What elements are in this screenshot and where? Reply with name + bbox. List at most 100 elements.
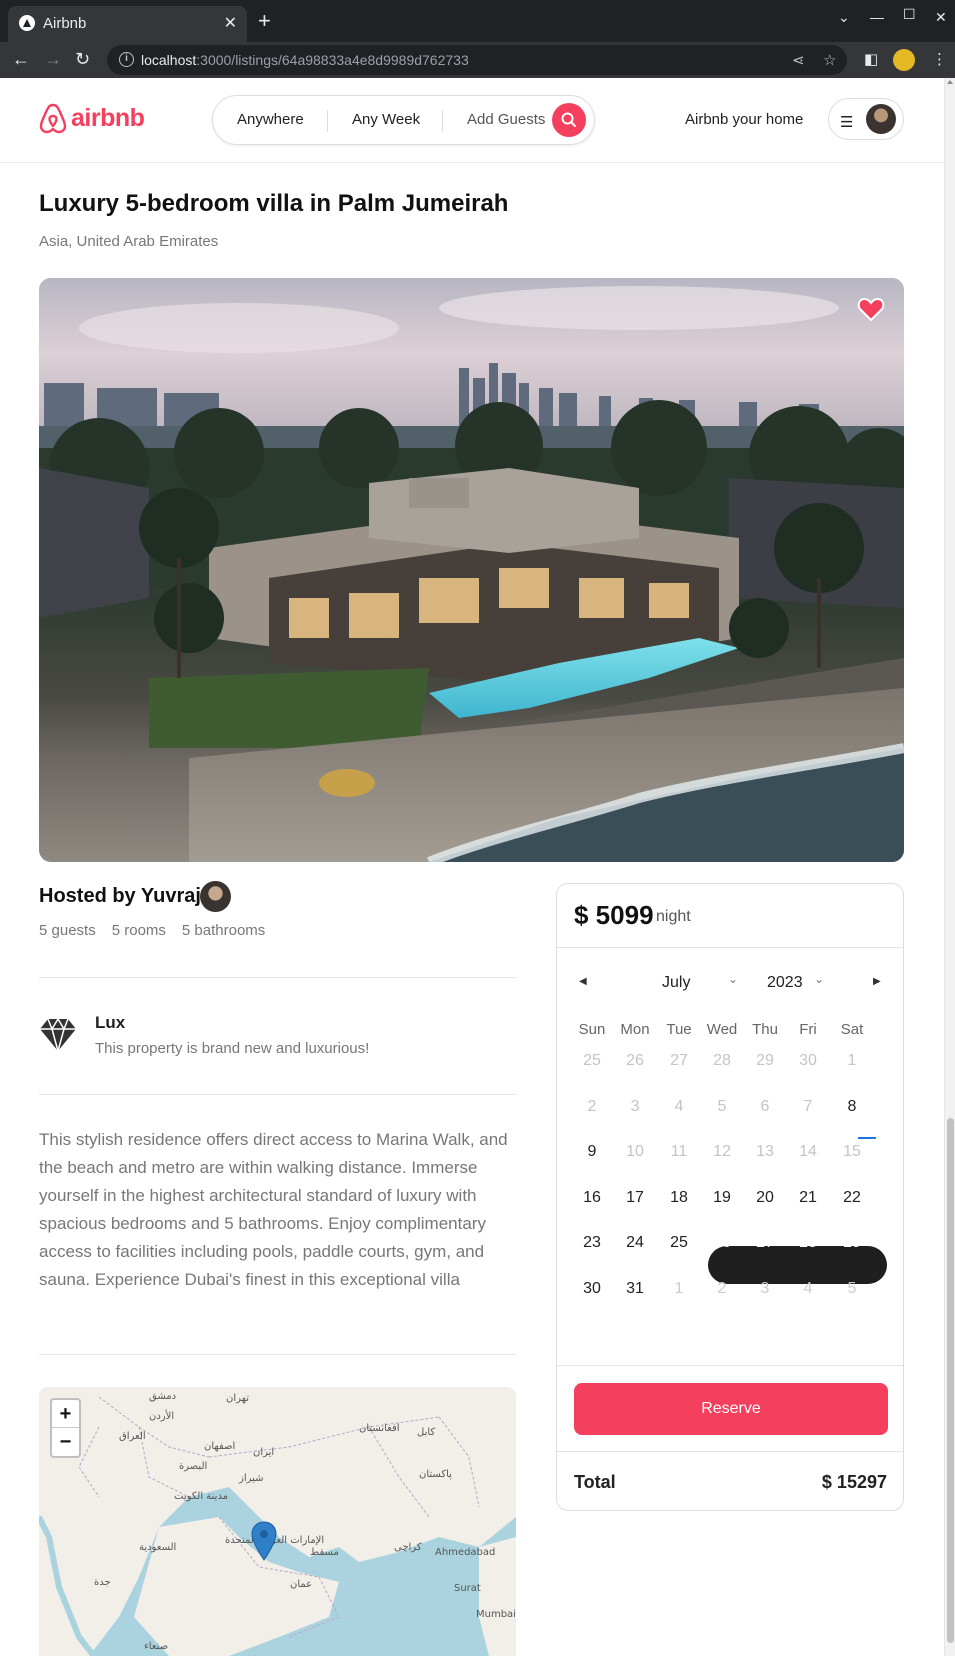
- divider: [39, 1354, 516, 1355]
- search-week[interactable]: Any Week: [352, 111, 420, 128]
- browser-menu-icon[interactable]: ⋮: [932, 50, 947, 68]
- map-label: افغانستان: [359, 1423, 400, 1434]
- calendar-day[interactable]: 28: [700, 1052, 744, 1070]
- calendar-day[interactable]: 26: [613, 1052, 657, 1070]
- scroll-thumb[interactable]: [947, 1118, 954, 1643]
- calendar-day[interactable]: 9: [570, 1143, 614, 1161]
- calendar-day[interactable]: 28: [786, 1234, 830, 1252]
- new-tab-button[interactable]: +: [258, 8, 271, 34]
- map-label: جدة: [94, 1577, 111, 1588]
- calendar-day[interactable]: 14: [786, 1143, 830, 1161]
- calendar-day[interactable]: 26: [700, 1234, 744, 1252]
- site-info-icon[interactable]: i: [119, 52, 134, 67]
- map-label: Surat: [454, 1583, 481, 1594]
- calendar-day[interactable]: 5: [700, 1098, 744, 1116]
- menu-icon: ☰: [840, 114, 854, 131]
- calendar-day[interactable]: 22: [830, 1189, 874, 1207]
- calendar-day[interactable]: 25: [570, 1052, 614, 1070]
- calendar-day[interactable]: 7: [786, 1098, 830, 1116]
- scroll-up-icon[interactable]: [947, 80, 953, 84]
- calendar-day[interactable]: 15: [830, 1143, 874, 1161]
- bathrooms-count: 5 bathrooms: [181, 922, 266, 939]
- calendar-day[interactable]: 1: [830, 1052, 874, 1070]
- zoom-out-button[interactable]: −: [52, 1428, 79, 1456]
- calendar-day[interactable]: 6: [743, 1098, 787, 1116]
- browser-tab[interactable]: Airbnb ✕: [8, 6, 247, 42]
- chevron-down-icon: ⌄: [814, 972, 825, 986]
- calendar-day[interactable]: 24: [613, 1234, 657, 1252]
- calendar-day[interactable]: 10: [613, 1143, 657, 1161]
- calendar-day[interactable]: 29: [743, 1052, 787, 1070]
- side-panel-icon[interactable]: ◧: [864, 50, 878, 68]
- calendar-month-select[interactable]: July: [662, 974, 690, 992]
- rooms-count: 5 rooms: [111, 922, 166, 939]
- calendar-day[interactable]: 3: [613, 1098, 657, 1116]
- calendar-day[interactable]: 8: [830, 1098, 874, 1116]
- back-icon[interactable]: ←: [12, 49, 30, 70]
- calendar-day[interactable]: 3: [743, 1280, 787, 1298]
- page-scrollbar[interactable]: [944, 78, 955, 1656]
- search-location[interactable]: Anywhere: [237, 111, 304, 128]
- calendar-day[interactable]: 2: [700, 1280, 744, 1298]
- location-map[interactable]: دمشق تهران الأردن افغانستان کابل العراق …: [39, 1387, 516, 1656]
- maximize-icon[interactable]: ☐: [903, 6, 916, 23]
- calendar-day[interactable]: 17: [613, 1189, 657, 1207]
- calendar-day[interactable]: 11: [657, 1143, 701, 1161]
- search-bar[interactable]: Anywhere Any Week Add Guests: [212, 95, 595, 145]
- calendar-day[interactable]: 20: [743, 1189, 787, 1207]
- calendar-year-select[interactable]: 2023: [767, 974, 803, 992]
- search-button[interactable]: [552, 103, 586, 137]
- map-marker-icon[interactable]: [251, 1521, 277, 1561]
- reload-icon[interactable]: ↻: [75, 49, 90, 70]
- calendar-day[interactable]: 31: [613, 1280, 657, 1298]
- calendar-day[interactable]: 27: [657, 1052, 701, 1070]
- calendar-day[interactable]: 2: [570, 1098, 614, 1116]
- minimize-icon[interactable]: —: [870, 9, 884, 25]
- user-menu-button[interactable]: ☰: [828, 98, 904, 140]
- calendar-day[interactable]: 5: [830, 1280, 874, 1298]
- calendar-day[interactable]: 12: [700, 1143, 744, 1161]
- next-month-icon[interactable]: ▶: [873, 976, 881, 987]
- tab-close-icon[interactable]: ✕: [224, 13, 237, 33]
- airbnb-your-home-link[interactable]: Airbnb your home: [685, 111, 803, 128]
- weekday-label: Fri: [799, 1021, 817, 1038]
- zoom-in-button[interactable]: +: [52, 1400, 79, 1428]
- share-icon[interactable]: ⋖: [792, 51, 805, 69]
- listing-title: Luxury 5-bedroom villa in Palm Jumeirah: [39, 190, 509, 217]
- browser-toolbar: ← → ↻ i localhost:3000/listings/64a98833…: [0, 42, 955, 78]
- map-label: پاکستان: [419, 1469, 452, 1480]
- calendar-day[interactable]: 13: [743, 1143, 787, 1161]
- calendar-day[interactable]: 4: [657, 1098, 701, 1116]
- extension-icon[interactable]: [893, 49, 915, 71]
- tab-search-icon[interactable]: ⌄: [838, 9, 850, 26]
- calendar-day[interactable]: 1: [657, 1280, 701, 1298]
- calendar-day[interactable]: 4: [786, 1280, 830, 1298]
- forward-icon[interactable]: →: [44, 49, 62, 70]
- tab-title: Airbnb: [43, 15, 87, 32]
- calendar-day[interactable]: 16: [570, 1189, 614, 1207]
- calendar-day[interactable]: 27: [743, 1234, 787, 1252]
- hosted-by: Hosted by Yuvraj: [39, 885, 201, 907]
- calendar-day[interactable]: 21: [786, 1189, 830, 1207]
- logo-text: airbnb: [71, 103, 145, 132]
- calendar-day[interactable]: 30: [570, 1280, 614, 1298]
- map-label: مسقط: [310, 1547, 339, 1558]
- prev-month-icon[interactable]: ◀: [579, 976, 587, 987]
- map-label: کراچی: [394, 1542, 422, 1553]
- window-close-icon[interactable]: ✕: [935, 9, 947, 26]
- calendar-day[interactable]: 19: [700, 1189, 744, 1207]
- bookmark-star-icon[interactable]: ☆: [823, 51, 836, 69]
- search-guests[interactable]: Add Guests: [467, 111, 545, 128]
- nightly-price: $ 5099: [574, 900, 654, 930]
- calendar-day[interactable]: 23: [570, 1234, 614, 1252]
- calendar-day[interactable]: 30: [786, 1052, 830, 1070]
- chevron-down-icon: ⌄: [728, 972, 739, 986]
- reserve-button[interactable]: Reserve: [574, 1383, 888, 1435]
- favorite-heart-icon[interactable]: [857, 296, 885, 322]
- calendar-day[interactable]: 18: [657, 1189, 701, 1207]
- calendar-day[interactable]: 25: [657, 1234, 701, 1252]
- airbnb-logo[interactable]: airbnb: [39, 102, 145, 134]
- calendar-day[interactable]: 29: [830, 1234, 874, 1252]
- search-divider: [327, 110, 328, 132]
- address-bar[interactable]: i localhost:3000/listings/64a98833a4e8d9…: [107, 45, 847, 75]
